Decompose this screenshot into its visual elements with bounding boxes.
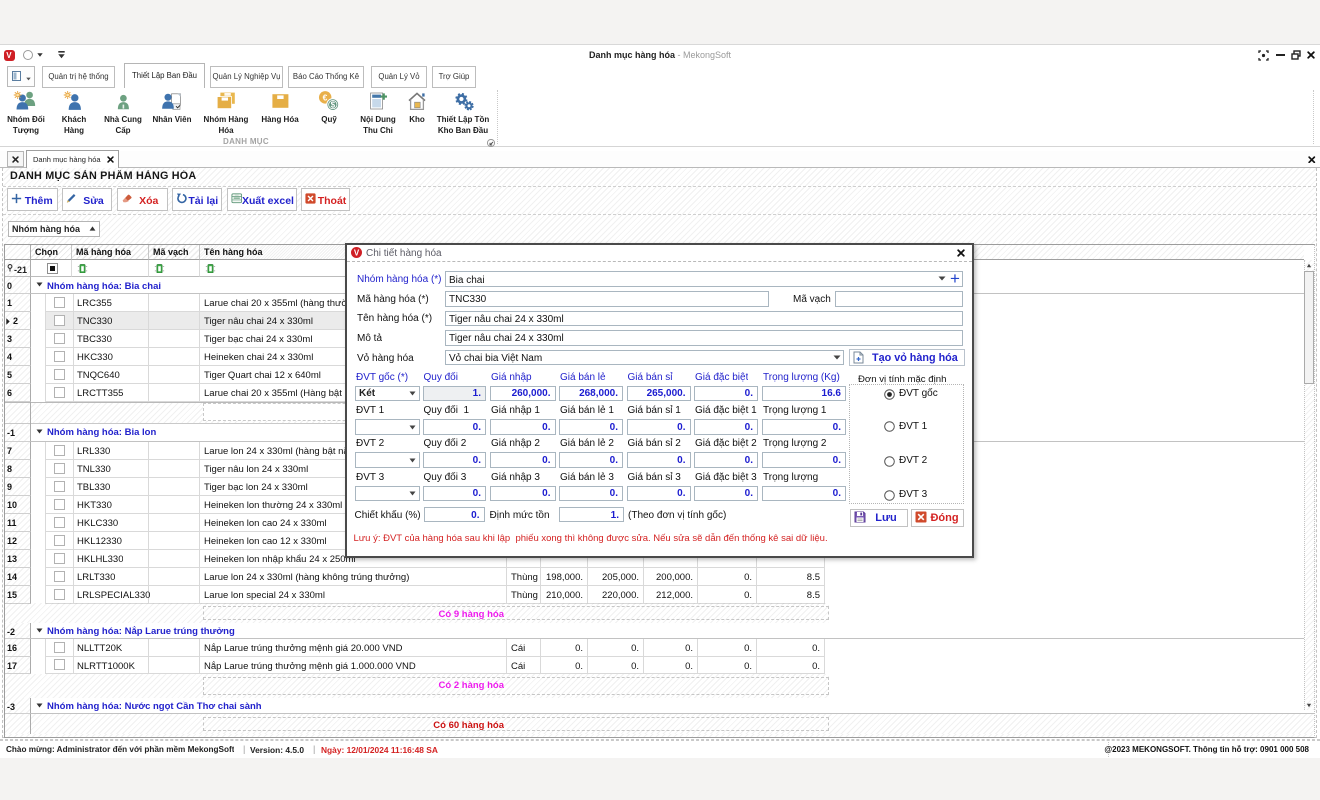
svg-text:$: $ <box>330 101 335 110</box>
svg-text:€: € <box>322 92 327 102</box>
svg-text:V: V <box>354 248 360 257</box>
